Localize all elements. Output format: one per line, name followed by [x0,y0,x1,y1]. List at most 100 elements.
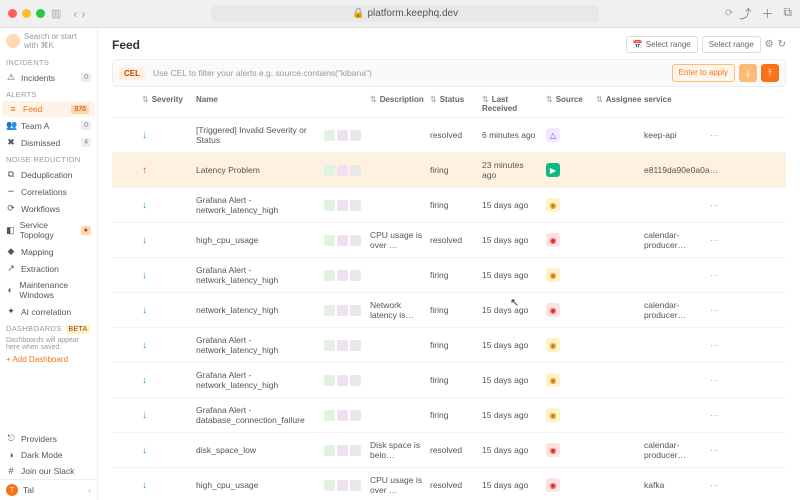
sidebar-item-badge: 4 [81,138,91,147]
sidebar-toggle-icon[interactable]: ▥ [51,7,61,20]
date-range-end[interactable]: Select range [702,36,761,53]
sidebar-item-icon: ✦ [6,306,16,317]
alert-last-received: 15 days ago [478,480,542,490]
col-name[interactable]: Name [192,95,320,113]
sidebar-bottom-item[interactable]: #Join our Slack [0,463,97,479]
reload-icon[interactable]: ⟳ [725,8,733,19]
sidebar-item-label: AI correlation [21,307,71,317]
col-severity[interactable]: ⇅Severity [138,95,192,113]
settings-icon[interactable]: ⚙ [765,39,774,50]
tabs-icon[interactable]: ⧉ [783,5,792,22]
table-row[interactable]: ↓ disk_space_low Disk space is belo… res… [112,433,786,468]
row-actions-icon[interactable]: ⋯ [706,305,724,316]
source-icon: ▶ [546,163,560,177]
table-row[interactable]: ↓ Grafana Alert - database_connection_fa… [112,398,786,433]
sidebar-bottom-item[interactable]: ◑Dark Mode [0,447,97,463]
sidebar-bottom-icon: ◑ [6,450,16,460]
row-actions-icon[interactable]: ⋯ [706,235,724,246]
alert-status: firing [426,410,478,420]
row-badges [320,375,366,386]
forward-icon[interactable]: › [81,7,85,21]
user-avatar: T [6,484,18,496]
table-row[interactable]: ↓ high_cpu_usage CPU usage is over … res… [112,468,786,498]
row-actions-icon[interactable]: ⋯ [706,375,724,386]
col-service[interactable]: service [640,95,706,113]
back-icon[interactable]: ‹ [73,7,77,21]
sidebar-item[interactable]: ✖Dismissed4 [0,134,97,151]
source-icon: △ [546,128,560,142]
sidebar-item[interactable]: ↗Extraction [0,260,97,277]
alert-status: firing [426,305,478,315]
url-bar[interactable]: 🔒 platform.keephq.dev [211,5,599,22]
row-actions-icon[interactable]: ⋯ [706,200,724,211]
traffic-lights[interactable] [8,9,45,18]
sidebar-item[interactable]: ✦ AI correlation [0,303,97,320]
sidebar-item-icon: ◐ [6,285,14,295]
alert-name: disk_space_low [192,445,320,455]
sidebar-item[interactable]: ⧉Deduplication [0,166,97,183]
sidebar-item[interactable]: ≡Feed876 [2,101,95,117]
user-name: Tal [23,485,34,495]
table-row[interactable]: ↓ high_cpu_usage CPU usage is over … res… [112,223,786,258]
row-actions-icon[interactable]: ⋯ [706,130,724,141]
source-icon: ◉ [546,443,560,457]
sidebar-bottom-item[interactable]: ⎋Providers [0,430,97,447]
sidebar-item[interactable]: 👥Team A0 [0,117,97,134]
col-status[interactable]: ⇅Status [426,95,478,113]
table-row[interactable]: ↓ Grafana Alert - network_latency_high f… [112,363,786,398]
alert-description: Disk space is belo… [366,440,426,460]
share-icon[interactable]: ⤴ [739,5,751,22]
table-header: ⇅Severity Name ⇅Description ⇅Status ⇅Las… [112,91,786,118]
sidebar-item[interactable]: ⟳Workflows [0,200,97,217]
row-actions-icon[interactable]: ⋯ [706,410,724,421]
apply-filter-button[interactable]: Enter to apply [672,64,735,82]
row-badges [320,305,366,316]
new-tab-icon[interactable]: ＋ [761,5,773,22]
row-actions-icon[interactable]: ⋯ [706,445,724,456]
alert-service: calendar-producer… [640,300,706,320]
table-row[interactable]: ↓ Grafana Alert - network_latency_high f… [112,188,786,223]
search-input[interactable]: Search or start with ⌘K [24,32,91,50]
col-description[interactable]: ⇅Description [366,95,426,113]
col-source[interactable]: ⇅Source [542,95,592,113]
source-icon: ◉ [546,408,560,422]
sidebar-item-icon: ◧ [6,225,15,236]
filter-input[interactable]: Use CEL to filter your alerts e.g. sourc… [153,68,372,78]
sidebar-item[interactable]: ◧ Service Topology ● [0,217,97,243]
table-row[interactable]: ↑ Latency Problem firing 23 minutes ago … [112,153,786,188]
date-range-start[interactable]: 📅 Select range [626,36,698,53]
col-last-received[interactable]: ⇅Last Received [478,95,542,113]
sidebar-item[interactable]: ◐Maintenance Windows [0,277,97,303]
add-dashboard-button[interactable]: + Add Dashboard [0,353,97,366]
row-actions-icon[interactable]: ⋯ [706,340,724,351]
sidebar-item-label: Dismissed [21,138,60,148]
row-actions-icon[interactable]: ⋯ [706,480,724,491]
filter-action-1-icon[interactable]: ⤓ [739,64,757,82]
sidebar-item-icon: ⧉ [6,169,16,180]
row-actions-icon[interactable]: ⋯ [706,270,724,281]
table-row[interactable]: ↓ [Triggered] Invalid Severity or Status… [112,118,786,153]
user-menu[interactable]: T Tal › [0,479,97,500]
sidebar-item[interactable]: ⚠Incidents0 [0,69,97,86]
severity-arrow-icon: ↓ [142,200,147,211]
sidebar-section-label: INCIDENTS [0,54,97,69]
refresh-icon[interactable]: ↻ [778,39,786,50]
sidebar-item-badge: ● [81,226,91,235]
table-row[interactable]: ↓ network_latency_high Network latency i… [112,293,786,328]
alert-service: e8119da90e0a0a… [640,165,706,175]
content: Feed 📅 Select range Select range ⚙ ↻ CEL… [98,28,800,500]
severity-arrow-icon: ↓ [142,340,147,351]
table-row[interactable]: ↓ Grafana Alert - network_latency_high f… [112,328,786,363]
alert-service: kafka [640,480,706,490]
sidebar-item-label: Service Topology [20,220,76,240]
row-badges [320,200,366,211]
sidebar-item[interactable]: ◆Mapping [0,243,97,260]
col-assignee[interactable]: ⇅Assignee [592,95,640,113]
alert-status: resolved [426,235,478,245]
org-avatar[interactable] [6,34,20,48]
alert-name: Grafana Alert - database_connection_fail… [192,405,320,425]
filter-action-2-icon[interactable]: ⤒ [761,64,779,82]
table-row[interactable]: ↓ Grafana Alert - network_latency_high f… [112,258,786,293]
sidebar-item[interactable]: ∽Correlations [0,183,97,200]
row-actions-icon[interactable]: ⋯ [706,165,724,176]
